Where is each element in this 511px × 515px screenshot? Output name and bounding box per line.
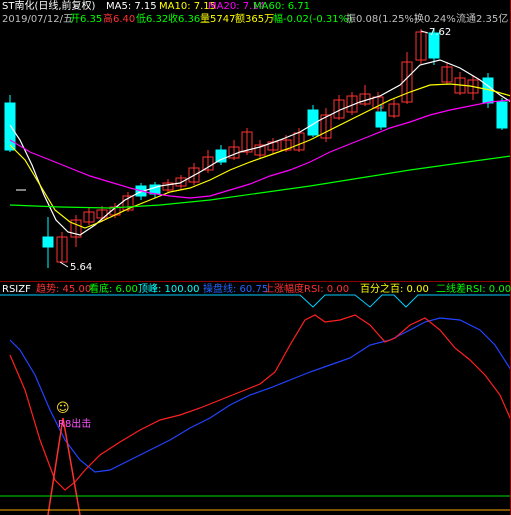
ma60-value: MA60: 6.71 xyxy=(253,1,311,12)
amplitude-value: 振0.08(1.25%) xyxy=(346,14,418,25)
panel-separator xyxy=(0,281,511,282)
volume-value: 量5747 xyxy=(200,14,236,25)
trend-value: 趋势: 45.00 xyxy=(36,284,92,295)
ban-value: 操盘线: 60.75 xyxy=(203,284,269,295)
low-value: 低6.32 xyxy=(136,14,169,25)
change-value: 幅-0.02(-0.31%) xyxy=(273,14,353,25)
turnover-value: 换0.24% xyxy=(414,14,456,25)
candlestick-chart[interactable] xyxy=(0,0,511,515)
signal-triangle xyxy=(47,417,81,515)
top-reference-line xyxy=(0,294,511,308)
smiley-icon: ☺ xyxy=(56,401,70,416)
close-value: 收6.36 xyxy=(168,14,201,25)
low-pointer xyxy=(59,261,69,268)
candle-body xyxy=(4,102,16,151)
top-value: 顶峰: 100.00 xyxy=(138,284,200,295)
indicator-name: RSIZF xyxy=(2,284,31,295)
signal-label: R8出击 xyxy=(58,419,92,430)
low-price-label: 5.64 xyxy=(70,262,93,273)
up-rsi-value: 上涨幅度RSI: 0.00 xyxy=(264,284,350,295)
amount-value: 额365万 xyxy=(235,14,275,25)
bar-date: 2019/07/12/五 xyxy=(2,14,74,25)
open-value: 开6.35 xyxy=(70,14,103,25)
candle-body xyxy=(42,236,54,248)
stock-title: ST南化(日线,前复权) xyxy=(2,1,96,12)
candle-body xyxy=(375,111,387,128)
hundred-value: 百分之百: 0.00 xyxy=(360,284,429,295)
ma5-value: MA5: 7.15 xyxy=(106,1,157,12)
ma60-line xyxy=(9,155,511,209)
two-line-value: 二线差RSI: 0.00 xyxy=(436,284,511,295)
bottom-value: 看底: 6.00 xyxy=(89,284,138,295)
indicator-layer xyxy=(0,294,511,515)
rsi-blue-line xyxy=(9,317,511,473)
candle-body xyxy=(496,101,508,129)
high-value: 高6.40 xyxy=(103,14,136,25)
high-price-label: 7.62 xyxy=(429,27,452,38)
float-value: 流通2.35亿 xyxy=(456,14,509,25)
